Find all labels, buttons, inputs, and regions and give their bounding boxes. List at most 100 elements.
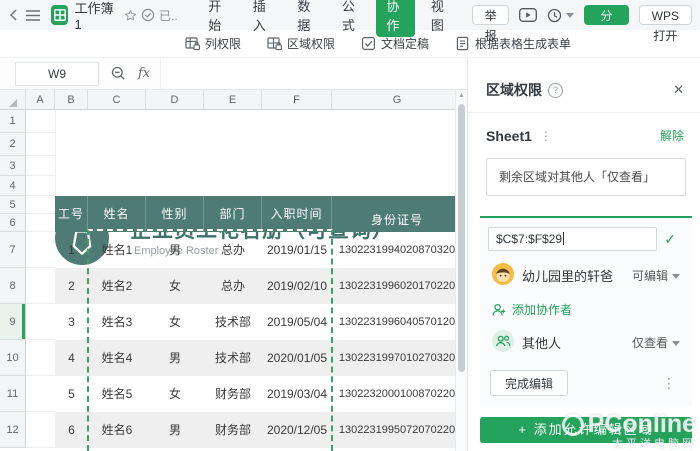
corner-triangle-icon [8, 99, 17, 107]
row-header-11[interactable]: 11 [0, 376, 26, 412]
add-edit-region-button[interactable]: + 添加允许编辑区域 [480, 417, 692, 443]
select-all-corner[interactable] [0, 90, 26, 110]
roster-cell: 姓名2 [101, 279, 133, 293]
roster-row-2[interactable]: 2 姓名2 女 总办 2019/02/10 1302231996020170220 [55, 268, 462, 304]
roster-cell: 1 [68, 243, 75, 257]
zoom-out-icon[interactable] [111, 66, 126, 81]
share-button[interactable]: 分享 [584, 5, 629, 43]
history-clock-icon[interactable] [547, 8, 574, 23]
col-header-A[interactable]: A [26, 90, 55, 110]
roster-cell: 2019/03/04 [266, 387, 328, 401]
roster-cell: 女 [168, 315, 181, 329]
star-icon[interactable] [124, 9, 137, 22]
range-row: $C$7:$F$29 ✓ [488, 227, 684, 251]
card-more-icon[interactable]: ⋮ [662, 375, 676, 392]
ribbon-label: 列权限 [205, 37, 242, 51]
roster-table: 工号 姓名 性别 部门 入职时间 身份证号 1 姓名1 男总办 2019/01/15 130223… [55, 196, 462, 448]
roster-col-header: 性别 [146, 196, 204, 232]
roster-cell: 1302231997010270320 [338, 352, 456, 364]
topbar-tab-3[interactable]: 公式 [332, 0, 371, 37]
row-header-2[interactable]: 2 [0, 133, 26, 156]
spreadsheet-app-icon[interactable] [51, 5, 69, 25]
topbar-tab-1[interactable]: 插入 [243, 0, 282, 37]
document-title[interactable]: 工作簿1 [74, 0, 114, 32]
gridline [26, 132, 55, 133]
video-meeting-icon[interactable] [519, 8, 537, 22]
ribbon-column-permission-button[interactable]: 列权限 [185, 35, 241, 52]
col-header-F[interactable]: F [262, 90, 332, 110]
remove-permission-link[interactable]: 解除 [660, 127, 684, 144]
col-header-E[interactable]: E [204, 90, 262, 110]
roster-cell: 男 [168, 351, 181, 365]
report-button[interactable]: 举报 [472, 5, 509, 43]
row-header-7[interactable]: 7 [0, 232, 26, 268]
gridline [26, 155, 55, 156]
chevron-down-icon [566, 12, 574, 18]
close-icon[interactable]: ✕ [673, 82, 684, 98]
roster-row-1[interactable]: 1 姓名1 男 总办 2019/01/15 1302231994020870320 [55, 232, 462, 268]
scroll-up-arrow-icon[interactable]: ▲ [456, 90, 467, 102]
roster-row-3[interactable]: 3 姓名3 女 技术部 2019/05/04 1302231996040570120 [55, 304, 462, 340]
range-input[interactable]: $C$7:$F$29 [488, 227, 657, 251]
roster-cell: 1302231996040570120 [338, 316, 456, 328]
roster-cell: 姓名6 [101, 423, 133, 437]
row-header-5[interactable]: 5 [0, 196, 26, 214]
row-header-4[interactable]: 4 [0, 176, 26, 196]
region-permission-panel: 区域权限 ? ✕ Sheet1 ⋮ 解除 剩余区域对其他人「仅查看」 $C$7:… [467, 58, 700, 451]
roster-cell: 1302232000100870220 [338, 388, 456, 400]
roster-cell: 2 [68, 279, 75, 293]
ribbon-generate-form-button[interactable]: 根据表格生成表单 [455, 35, 571, 52]
doc-finalize-icon [361, 36, 376, 51]
formula-input[interactable] [160, 58, 467, 89]
sheet-more-icon[interactable]: ⋮ [540, 129, 552, 143]
add-collaborator-link[interactable]: 添加协作者 [488, 301, 684, 318]
ribbon-doc-finalize-button[interactable]: 文档定稿 [361, 35, 429, 52]
topbar-tab-0[interactable]: 开始 [198, 0, 237, 37]
wps-open-button[interactable]: WPS打开 [638, 5, 692, 43]
roster-cell: 姓名1 [101, 243, 133, 257]
roster-cell: 技术部 [214, 315, 251, 329]
edit-region-card: $C$7:$F$29 ✓ 幼儿园里的轩爸 可编辑 添加协作者 其他人 仅查看 完… [480, 216, 692, 406]
gridline [26, 267, 55, 268]
topbar-tab-4[interactable]: 协作 [376, 0, 415, 37]
collaborator-row: 幼儿园里的轩爸 可编辑 [488, 263, 684, 288]
roster-row-4[interactable]: 4 姓名4 男 技术部 2020/01/05 1302231997010270320 [55, 340, 462, 376]
gridline [26, 195, 55, 196]
others-permission-dropdown[interactable]: 仅查看 [632, 334, 680, 351]
finish-editing-button[interactable]: 完成编辑 [490, 370, 569, 396]
roster-row-6[interactable]: 6 姓名6 男 财务部 2020/12/05 1302231995072070220 [55, 412, 462, 448]
roster-cell: 2019/05/04 [266, 315, 328, 329]
row-header-3[interactable]: 3 [0, 156, 26, 176]
col-header-B[interactable]: B [55, 90, 88, 110]
col-header-C[interactable]: C [88, 90, 146, 110]
row-header-9[interactable]: 9 [0, 304, 26, 340]
row-header-6[interactable]: 6 [0, 214, 26, 232]
row-headers[interactable]: 1 2 3 4 5 6 7 8 9 10 11 12 [0, 110, 26, 448]
hamburger-menu-icon[interactable] [23, 0, 44, 30]
scrollbar-thumb[interactable] [458, 104, 465, 372]
col-header-D[interactable]: D [146, 90, 204, 110]
help-icon[interactable]: ? [548, 82, 563, 98]
cell-name-box[interactable]: W9 [15, 61, 99, 86]
confirm-range-button[interactable]: ✓ [664, 231, 676, 248]
roster-cell: 男 [168, 423, 181, 437]
roster-cell: 2020/01/05 [266, 351, 328, 365]
roster-cell: 姓名4 [101, 351, 133, 365]
back-icon[interactable] [4, 0, 23, 30]
vertical-scrollbar[interactable]: ▲ [455, 90, 467, 451]
row-header-10[interactable]: 10 [0, 340, 26, 376]
others-label: 其他人 [522, 336, 562, 351]
row-header-1[interactable]: 1 [0, 110, 26, 133]
sheet-grid[interactable]: 企业员工花名册（可查询） Employee Roster 工号姓名性别部门入职时… [0, 90, 468, 451]
ribbon-region-permission-button[interactable]: 区域权限 [267, 35, 335, 52]
topbar-tab-5[interactable]: 视图 [421, 0, 460, 37]
row-header-8[interactable]: 8 [0, 268, 26, 304]
gridline [26, 375, 55, 376]
roster-row-5[interactable]: 5 姓名5 女 财务部 2019/03/04 1302232000100870220 [55, 376, 462, 412]
column-headers[interactable]: ABCDEFG [0, 90, 463, 110]
row-header-12[interactable]: 12 [0, 412, 26, 448]
col-header-G[interactable]: G [332, 90, 463, 110]
saved-status-text: 已.. [159, 8, 178, 23]
topbar-tab-2[interactable]: 数据 [287, 0, 326, 37]
collaborator-permission-dropdown[interactable]: 可编辑 [632, 267, 680, 284]
